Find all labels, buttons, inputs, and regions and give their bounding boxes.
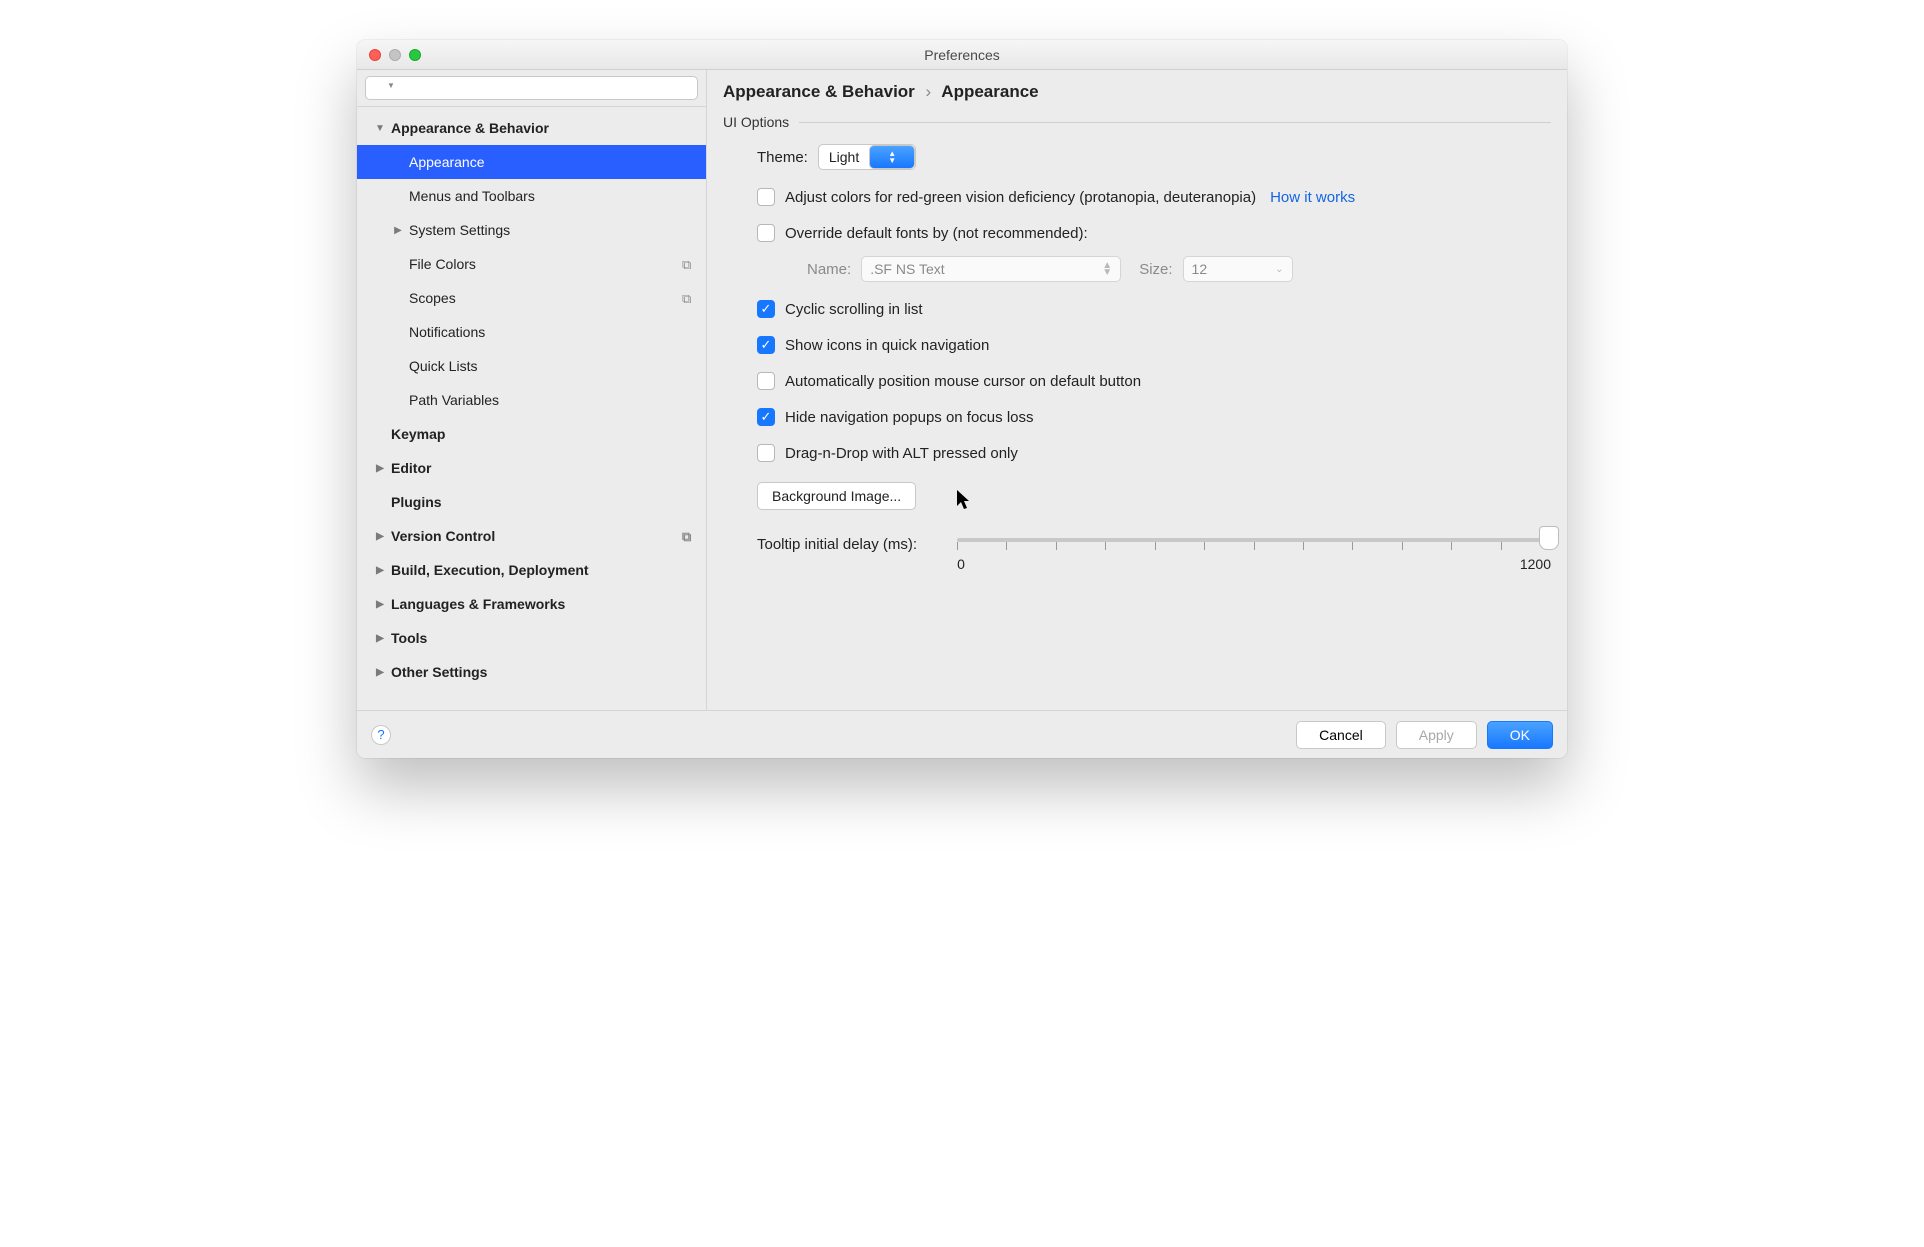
tree-item-build[interactable]: ▶Build, Execution, Deployment [357, 553, 706, 587]
quick-nav-icons-checkbox[interactable]: ✓ [757, 336, 775, 354]
disclosure-right-icon[interactable]: ▶ [373, 665, 387, 679]
tree-item-notifications[interactable]: Notifications [357, 315, 706, 349]
ok-button[interactable]: OK [1487, 721, 1553, 749]
tree-item-keymap[interactable]: Keymap [357, 417, 706, 451]
preferences-window: Preferences ▼ ▼ Appearance & Behavior Ap… [357, 40, 1567, 758]
tooltip-delay-slider[interactable] [957, 530, 1551, 550]
cyclic-scroll-checkbox[interactable]: ✓ [757, 300, 775, 318]
adjust-colors-label: Adjust colors for red-green vision defic… [785, 189, 1256, 206]
auto-mouse-checkbox[interactable] [757, 372, 775, 390]
hide-popups-label: Hide navigation popups on focus loss [785, 409, 1034, 426]
tree-item-menus-toolbars[interactable]: Menus and Toolbars [357, 179, 706, 213]
tree-item-tools[interactable]: ▶Tools [357, 621, 706, 655]
theme-label: Theme: [757, 149, 808, 166]
breadcrumb-parent[interactable]: Appearance & Behavior [723, 82, 915, 101]
tooltip-delay-label: Tooltip initial delay (ms): [757, 530, 917, 553]
drag-alt-checkbox[interactable] [757, 444, 775, 462]
chevron-down-icon: ⌄ [1275, 266, 1283, 273]
disclosure-right-icon[interactable]: ▶ [391, 223, 405, 237]
titlebar: Preferences [357, 40, 1567, 70]
disclosure-right-icon[interactable]: ▶ [373, 631, 387, 645]
window-title: Preferences [357, 47, 1567, 63]
disclosure-right-icon[interactable]: ▶ [373, 529, 387, 543]
tree-item-plugins[interactable]: Plugins [357, 485, 706, 519]
select-arrows-icon: ▲▼ [869, 145, 915, 169]
search-dropdown-icon[interactable]: ▼ [387, 81, 395, 90]
disclosure-right-icon[interactable]: ▶ [373, 563, 387, 577]
cursor-icon [957, 490, 973, 510]
cyclic-scroll-label: Cyclic scrolling in list [785, 301, 923, 318]
select-arrows-icon: ▲▼ [1102, 262, 1112, 276]
dialog-footer: ? Cancel Apply OK [357, 710, 1567, 758]
tree-item-scopes[interactable]: Scopes⧉ [357, 281, 706, 315]
auto-mouse-label: Automatically position mouse cursor on d… [785, 373, 1141, 390]
cancel-button[interactable]: Cancel [1296, 721, 1386, 749]
shared-icon: ⧉ [682, 529, 696, 543]
how-it-works-link[interactable]: How it works [1270, 189, 1355, 206]
tree-item-other-settings[interactable]: ▶Other Settings [357, 655, 706, 689]
tree-item-appearance[interactable]: Appearance [357, 145, 706, 179]
chevron-right-icon: › [926, 82, 932, 101]
drag-alt-label: Drag-n-Drop with ALT pressed only [785, 445, 1018, 462]
disclosure-down-icon[interactable]: ▼ [373, 121, 387, 135]
slider-min: 0 [957, 556, 965, 572]
font-name-label: Name: [807, 261, 851, 278]
disclosure-right-icon[interactable]: ▶ [373, 597, 387, 611]
settings-tree: ▼ Appearance & Behavior Appearance Menus… [357, 107, 706, 689]
font-size-label: Size: [1139, 261, 1172, 278]
tree-item-languages[interactable]: ▶Languages & Frameworks [357, 587, 706, 621]
main-panel: Appearance & Behavior › Appearance UI Op… [707, 70, 1567, 710]
theme-select[interactable]: Light ▲▼ [818, 144, 916, 170]
tree-item-system-settings[interactable]: ▶System Settings [357, 213, 706, 247]
breadcrumb: Appearance & Behavior › Appearance [707, 70, 1567, 110]
tree-item-version-control[interactable]: ▶Version Control⧉ [357, 519, 706, 553]
section-title: UI Options [723, 114, 789, 130]
help-button[interactable]: ? [371, 725, 391, 745]
tree-item-editor[interactable]: ▶Editor [357, 451, 706, 485]
font-name-select[interactable]: .SF NS Text ▲▼ [861, 256, 1121, 282]
breadcrumb-current: Appearance [941, 82, 1038, 101]
adjust-colors-checkbox[interactable] [757, 188, 775, 206]
font-size-select[interactable]: 12 ⌄ [1183, 256, 1293, 282]
background-image-button[interactable]: Background Image... [757, 482, 916, 510]
tree-item-file-colors[interactable]: File Colors⧉ [357, 247, 706, 281]
tree-item-appearance-behavior[interactable]: ▼ Appearance & Behavior [357, 111, 706, 145]
divider [799, 122, 1551, 123]
shared-icon: ⧉ [682, 257, 696, 271]
override-fonts-checkbox[interactable] [757, 224, 775, 242]
tree-item-quick-lists[interactable]: Quick Lists [357, 349, 706, 383]
slider-max: 1200 [1520, 556, 1551, 572]
disclosure-right-icon[interactable]: ▶ [373, 461, 387, 475]
shared-icon: ⧉ [682, 291, 696, 305]
slider-thumb[interactable] [1539, 526, 1559, 550]
sidebar: ▼ ▼ Appearance & Behavior Appearance Men… [357, 70, 707, 710]
hide-popups-checkbox[interactable]: ✓ [757, 408, 775, 426]
tree-item-path-variables[interactable]: Path Variables [357, 383, 706, 417]
apply-button[interactable]: Apply [1396, 721, 1477, 749]
quick-nav-icons-label: Show icons in quick navigation [785, 337, 989, 354]
search-input[interactable] [365, 76, 698, 100]
override-fonts-label: Override default fonts by (not recommend… [785, 225, 1088, 242]
